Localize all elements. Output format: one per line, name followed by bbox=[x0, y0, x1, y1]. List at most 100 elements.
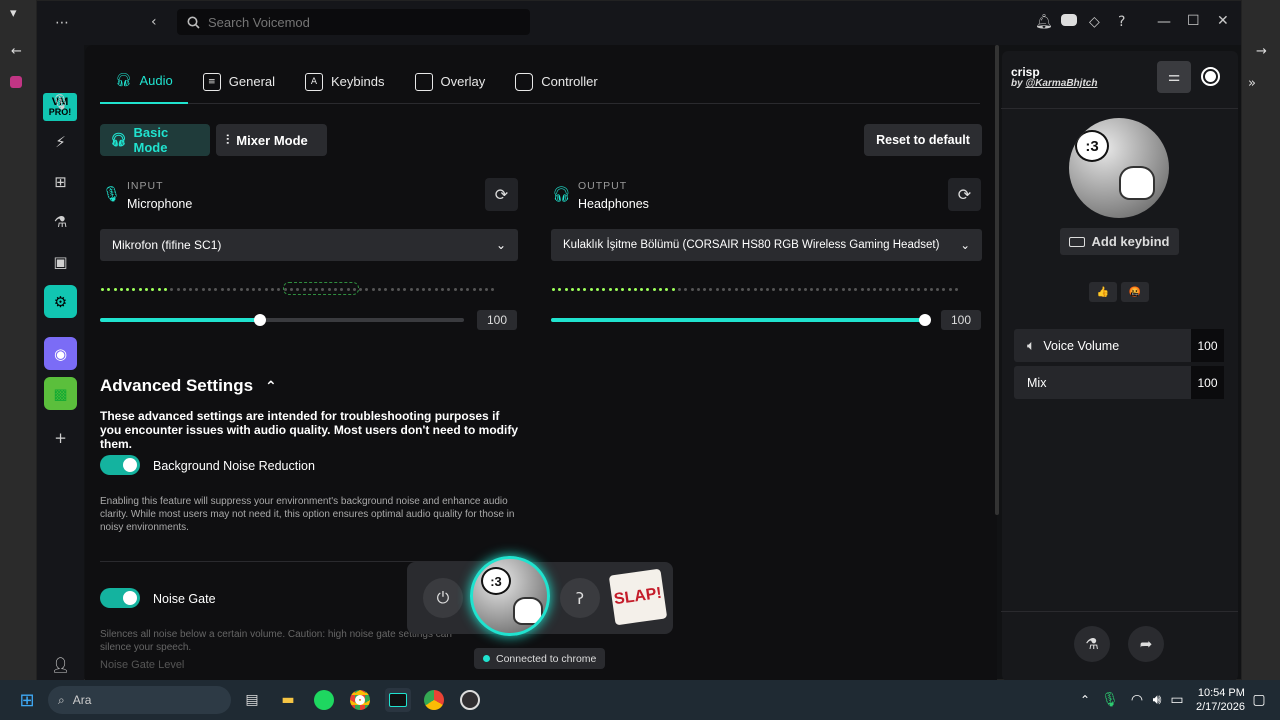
input-refresh-button[interactable]: ⟳ bbox=[485, 178, 518, 211]
chevron-up-icon[interactable]: ⌃ bbox=[265, 379, 277, 395]
meter-dot bbox=[766, 287, 770, 291]
meter-dot bbox=[485, 287, 489, 291]
noise-reduction-toggle[interactable] bbox=[100, 455, 140, 475]
forward-arrow-icon[interactable]: → bbox=[1256, 44, 1267, 59]
tab-keybinds[interactable]: A Keybinds bbox=[290, 59, 399, 104]
search-input[interactable] bbox=[208, 14, 508, 30]
basic-mode-button[interactable]: 🎧︎ Basic Mode bbox=[100, 124, 210, 156]
meter-dot bbox=[378, 287, 382, 291]
output-device-value: Kulaklık İşitme Bölümü (CORSAIR HS80 RGB… bbox=[563, 239, 940, 251]
chrome-icon[interactable] bbox=[350, 690, 370, 710]
mixer-mode-button[interactable]: ⫶ Mixer Mode bbox=[216, 124, 327, 156]
voice-author-link[interactable]: @KarmaBhjtch bbox=[1025, 78, 1097, 89]
spotify-icon[interactable] bbox=[314, 690, 334, 710]
creeper-avatar-icon[interactable]: ▩ bbox=[44, 377, 77, 410]
connection-status: Connected to chrome bbox=[474, 648, 606, 669]
add-icon[interactable]: + bbox=[44, 421, 77, 454]
scrollbar[interactable] bbox=[995, 45, 999, 515]
input-volume-value[interactable]: 100 bbox=[477, 310, 517, 330]
flask-icon[interactable]: ⚗︎ bbox=[44, 205, 77, 238]
tray-expand-icon[interactable]: ⌃ bbox=[1072, 688, 1098, 712]
meter-dot bbox=[220, 287, 224, 291]
apps-icon[interactable]: ⊞ bbox=[44, 165, 77, 198]
tab-label: General bbox=[228, 74, 276, 89]
meter-dot bbox=[854, 287, 858, 291]
mix-row[interactable]: Mix 100 bbox=[1014, 366, 1224, 399]
meter-dot bbox=[371, 287, 375, 291]
thumbs-up-reaction[interactable]: 👍 bbox=[1089, 282, 1117, 302]
discord-icon[interactable] bbox=[1061, 14, 1077, 26]
tab-list-icon[interactable]: ▾ bbox=[10, 6, 17, 21]
tab-audio[interactable]: 🎧︎ Audio bbox=[100, 59, 188, 104]
voice-volume-row[interactable]: 🔈︎ Voice Volume 100 bbox=[1014, 329, 1224, 362]
reset-to-default-button[interactable]: Reset to default bbox=[864, 124, 982, 156]
slap-soundboard-button[interactable]: SLAP! bbox=[608, 568, 668, 626]
tab-general[interactable]: ≡ General bbox=[188, 59, 290, 104]
record-button[interactable] bbox=[1201, 67, 1220, 86]
meter-dot bbox=[822, 287, 826, 291]
file-explorer-icon[interactable]: ▬ bbox=[275, 688, 301, 712]
input-volume-slider[interactable] bbox=[100, 314, 464, 326]
diamond-icon[interactable]: ◇ bbox=[1089, 14, 1100, 30]
noise-gate-toggle[interactable] bbox=[100, 588, 140, 608]
voicemod-taskbar-icon[interactable] bbox=[389, 693, 407, 707]
search-bar[interactable] bbox=[177, 9, 530, 35]
battery-icon[interactable]: ▭ bbox=[1164, 688, 1190, 712]
help-icon[interactable]: ? bbox=[1118, 14, 1125, 30]
minimize-icon[interactable]: — bbox=[1157, 14, 1171, 30]
task-view-icon[interactable]: ▤ bbox=[239, 688, 265, 712]
gift-icon[interactable]: ▣ bbox=[44, 245, 77, 278]
system-clock[interactable]: 10:54 PM 2/17/2026 bbox=[1196, 686, 1245, 714]
tab-label: Audio bbox=[139, 73, 173, 88]
app-avatar-icon[interactable]: ◉ bbox=[44, 337, 77, 370]
output-volume-handle[interactable] bbox=[919, 314, 931, 326]
back-icon[interactable]: ‹ bbox=[151, 14, 157, 30]
meter-dot bbox=[602, 287, 606, 291]
output-refresh-button[interactable]: ⟳ bbox=[948, 178, 981, 211]
lightning-icon[interactable]: ⚡︎ bbox=[44, 125, 77, 158]
add-keybind-button[interactable]: Add keybind bbox=[1060, 228, 1179, 255]
tab-overlay[interactable]: Overlay bbox=[400, 59, 501, 104]
angry-reaction[interactable]: 🤬 bbox=[1121, 282, 1149, 302]
settings-icon[interactable]: ⚙︎ bbox=[44, 285, 77, 318]
power-button[interactable]: ⏻ bbox=[423, 578, 463, 618]
input-device-select[interactable]: Mikrofon (fifine SC1) ⌄ bbox=[100, 229, 518, 261]
meter-dot bbox=[214, 287, 218, 291]
noise-gate-marker[interactable] bbox=[283, 282, 359, 295]
voice-volume-value[interactable]: 100 bbox=[1191, 329, 1224, 362]
instagram-icon[interactable] bbox=[10, 76, 22, 88]
tray-microphone-icon[interactable]: 🎙︎ bbox=[1097, 688, 1123, 712]
share-button[interactable]: ➦ bbox=[1128, 626, 1164, 662]
menu-dots-icon[interactable]: ⋯ bbox=[55, 15, 69, 31]
meter-dot bbox=[778, 287, 782, 291]
windows-start-icon[interactable]: ⊞ bbox=[14, 688, 40, 712]
mix-value[interactable]: 100 bbox=[1191, 366, 1224, 399]
obs-icon[interactable] bbox=[460, 690, 480, 710]
meter-dot bbox=[570, 287, 574, 291]
input-label: INPUT bbox=[127, 180, 164, 192]
chrome-profile-icon[interactable] bbox=[424, 690, 444, 710]
bell-icon[interactable]: 🔔︎ bbox=[1035, 14, 1053, 30]
voice-settings-button[interactable]: ⚌ bbox=[1157, 61, 1191, 93]
meter-dot bbox=[879, 287, 883, 291]
flask-button[interactable]: ⚗︎ bbox=[1074, 626, 1110, 662]
notification-icon[interactable]: ▢ bbox=[1246, 688, 1272, 712]
taskbar-search[interactable]: ⌕ Ara bbox=[48, 686, 231, 714]
chevron-more-icon[interactable]: » bbox=[1248, 76, 1256, 91]
back-arrow-icon[interactable]: ← bbox=[11, 44, 22, 59]
output-volume-slider[interactable] bbox=[551, 314, 931, 326]
headphones-icon: 🎧︎ bbox=[552, 185, 572, 203]
voicebox-icon[interactable]: 🎙︎ bbox=[44, 85, 77, 118]
user-icon[interactable]: 👤︎ bbox=[44, 648, 77, 681]
active-voice-button[interactable]: :3 bbox=[470, 556, 550, 636]
hear-myself-button[interactable]: ʔ bbox=[560, 578, 600, 618]
meter-dot bbox=[885, 287, 889, 291]
meter-dot bbox=[923, 287, 927, 291]
close-icon[interactable]: ✕ bbox=[1217, 13, 1229, 29]
tab-controller[interactable]: Controller bbox=[500, 59, 612, 104]
maximize-icon[interactable]: ☐ bbox=[1187, 13, 1200, 29]
output-device-select[interactable]: Kulaklık İşitme Bölümü (CORSAIR HS80 RGB… bbox=[551, 229, 982, 261]
input-volume-handle[interactable] bbox=[254, 314, 266, 326]
advanced-settings-title[interactable]: Advanced Settings ⌃ bbox=[100, 376, 277, 396]
output-volume-value[interactable]: 100 bbox=[941, 310, 981, 330]
